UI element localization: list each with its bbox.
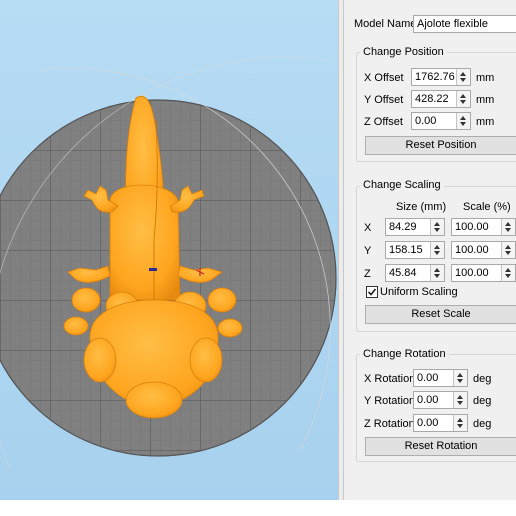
x-rotation-value: 0.00 (417, 372, 439, 384)
z-rotation-unit: deg (473, 418, 492, 430)
scale-y-spinner[interactable] (501, 242, 515, 258)
scale-x-spinner[interactable] (501, 219, 515, 235)
scale-y-value: 100.00 (455, 244, 489, 256)
size-y-spinner[interactable] (430, 242, 444, 258)
reset-scale-button[interactable]: Reset Scale (365, 305, 516, 324)
change-rotation-title: Change Rotation (360, 348, 449, 361)
z-offset-value: 0.00 (415, 115, 437, 127)
scale-column-header: Scale (%) (463, 201, 511, 213)
size-x-input[interactable]: 84.29 (385, 218, 445, 236)
checkmark-icon (367, 288, 377, 296)
scale-z-spinner[interactable] (501, 265, 515, 281)
z-rotation-value: 0.00 (417, 417, 439, 429)
build-plate-scene[interactable] (0, 0, 338, 500)
y-rotation-input[interactable]: 0.00 (413, 391, 468, 409)
scale-x-input[interactable]: 100.00 (451, 218, 516, 236)
reset-rotation-button[interactable]: Reset Rotation (365, 437, 516, 456)
scale-x-value: 100.00 (455, 221, 489, 233)
y-rotation-label: Y Rotation (364, 395, 416, 407)
x-offset-input[interactable]: 1762.76 (411, 68, 471, 86)
x-offset-spinner[interactable] (456, 69, 470, 85)
model-name-value: Ajolote flexible (417, 18, 488, 30)
scale-y-axis-label: Y (364, 245, 372, 257)
change-position-title: Change Position (360, 46, 447, 59)
selection-marker (149, 268, 157, 271)
size-z-value: 45.84 (389, 267, 417, 279)
size-column-header: Size (mm) (396, 201, 447, 213)
z-rotation-label: Z Rotation (364, 418, 415, 430)
scale-z-axis-label: Z (364, 268, 371, 280)
z-offset-unit: mm (476, 116, 495, 128)
size-y-input[interactable]: 158.15 (385, 241, 445, 259)
x-offset-unit: mm (476, 72, 495, 84)
change-scaling-title: Change Scaling (360, 179, 444, 192)
scale-x-axis-label: X (364, 222, 372, 234)
y-offset-spinner[interactable] (456, 91, 470, 107)
model-name-field[interactable]: Ajolote flexible (413, 15, 516, 33)
uniform-scaling-checkbox[interactable] (366, 286, 378, 298)
x-rotation-label: X Rotation (364, 373, 416, 385)
y-rotation-spinner[interactable] (453, 392, 467, 408)
3d-viewport[interactable] (0, 0, 338, 500)
uniform-scaling-label[interactable]: Uniform Scaling (380, 286, 458, 299)
reset-position-button[interactable]: Reset Position (365, 136, 516, 155)
x-rotation-spinner[interactable] (453, 370, 467, 386)
object-properties-panel: Model Name: Ajolote flexible Change Posi… (344, 0, 516, 500)
scale-z-value: 100.00 (455, 267, 489, 279)
z-rotation-spinner[interactable] (453, 415, 467, 431)
y-offset-unit: mm (476, 94, 495, 106)
scale-y-input[interactable]: 100.00 (451, 241, 516, 259)
x-rotation-input[interactable]: 0.00 (413, 369, 468, 387)
x-offset-value: 1762.76 (415, 71, 455, 83)
y-rotation-value: 0.00 (417, 394, 439, 406)
z-offset-spinner[interactable] (456, 113, 470, 129)
z-offset-input[interactable]: 0.00 (411, 112, 471, 130)
x-offset-label: X Offset (364, 72, 404, 84)
size-x-value: 84.29 (389, 221, 417, 233)
y-rotation-unit: deg (473, 395, 492, 407)
y-offset-value: 428.22 (415, 93, 449, 105)
size-z-spinner[interactable] (430, 265, 444, 281)
status-strip (0, 500, 516, 516)
y-offset-label: Y Offset (364, 94, 404, 106)
size-x-spinner[interactable] (430, 219, 444, 235)
z-offset-label: Z Offset (364, 116, 403, 128)
size-y-value: 158.15 (389, 244, 423, 256)
size-z-input[interactable]: 45.84 (385, 264, 445, 282)
z-rotation-input[interactable]: 0.00 (413, 414, 468, 432)
x-rotation-unit: deg (473, 373, 492, 385)
model-name-label: Model Name: (354, 18, 420, 30)
y-offset-input[interactable]: 428.22 (411, 90, 471, 108)
scale-z-input[interactable]: 100.00 (451, 264, 516, 282)
